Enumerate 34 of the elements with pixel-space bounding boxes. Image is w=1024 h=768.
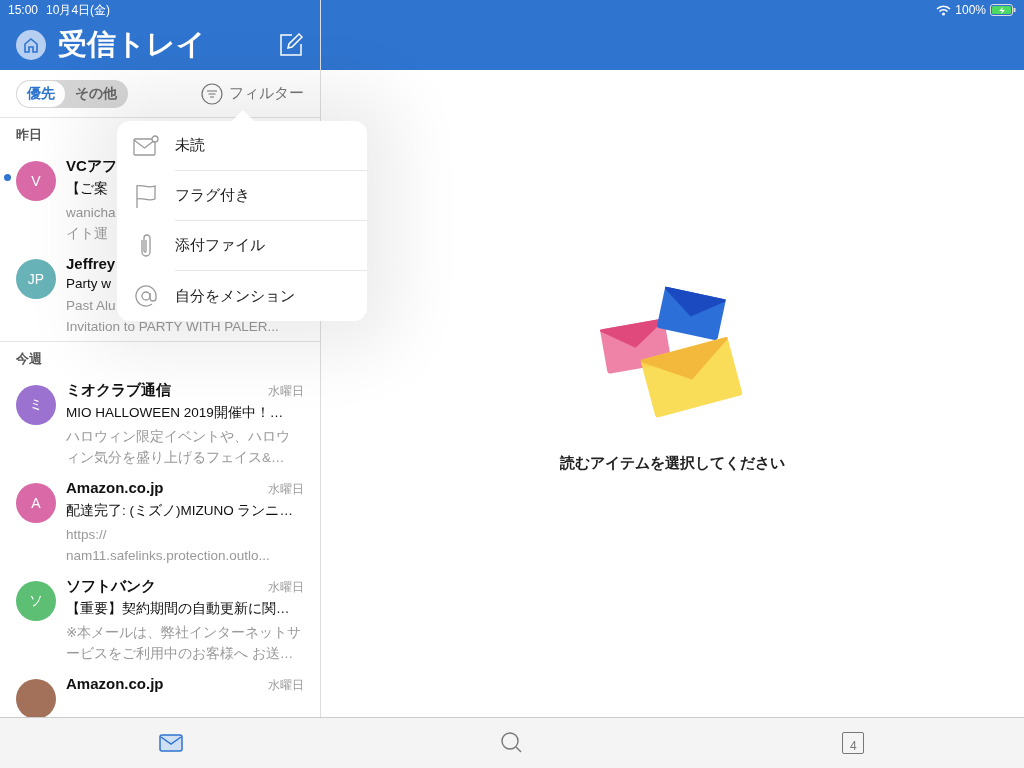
- message-preview: https:// nam11.safelinks.protection.outlo...: [66, 526, 270, 565]
- avatar: A: [16, 483, 56, 523]
- message-date: 水曜日: [268, 579, 304, 596]
- message-preview: Past Alu: [66, 297, 116, 315]
- message-subject: MIO HALLOWEEN 2019開催中！…: [66, 404, 284, 422]
- sender-name: VCアフ: [66, 157, 117, 176]
- message-preview: ※本メールは、弊社インターネットサービスをご利用中のお客様へ お送…: [66, 624, 302, 663]
- message-date: 水曜日: [268, 481, 304, 498]
- empty-state-message: 読むアイテムを選択してください: [560, 453, 785, 473]
- status-date: 10月4日(金): [46, 1, 111, 19]
- sender-name: ソフトバンク: [66, 577, 156, 596]
- message-preview: wanicha: [66, 204, 116, 222]
- message-preview: Invitation to PARTY WITH PALER...: [66, 318, 279, 336]
- avatar: ミ: [16, 385, 56, 425]
- section-heading: 今週: [15, 350, 43, 368]
- sender-name: Jeffrey: [66, 255, 116, 272]
- message-subject: Party w: [66, 276, 111, 291]
- message-subject: 配達完了: (ミズノ)MIZUNO ランニ…: [66, 502, 293, 520]
- message-preview: イト運: [66, 225, 108, 243]
- sender-name: Amazon.co.jp: [66, 675, 164, 692]
- avatar: JP: [16, 259, 56, 299]
- message-date: 水曜日: [268, 677, 304, 694]
- sender-name: ミオクラブ通信: [66, 381, 171, 400]
- message-subject: 【ご案: [66, 180, 108, 198]
- sender-name: Amazon.co.jp: [66, 479, 164, 496]
- message-date: 水曜日: [268, 383, 304, 400]
- avatar: V: [16, 161, 56, 201]
- inbox-title: 受信トレイ: [58, 27, 207, 62]
- status-time: 15:00: [8, 3, 39, 17]
- battery-percent: 100%: [955, 3, 986, 17]
- message-preview: ハロウィン限定イベントや、ハロウィン気分を盛り上げるフェイス&…: [66, 428, 291, 467]
- message-subject: 【重要】契約期間の自動更新に関…: [66, 600, 290, 618]
- section-heading: 昨日: [15, 126, 43, 144]
- avatar: ソ: [16, 581, 56, 621]
